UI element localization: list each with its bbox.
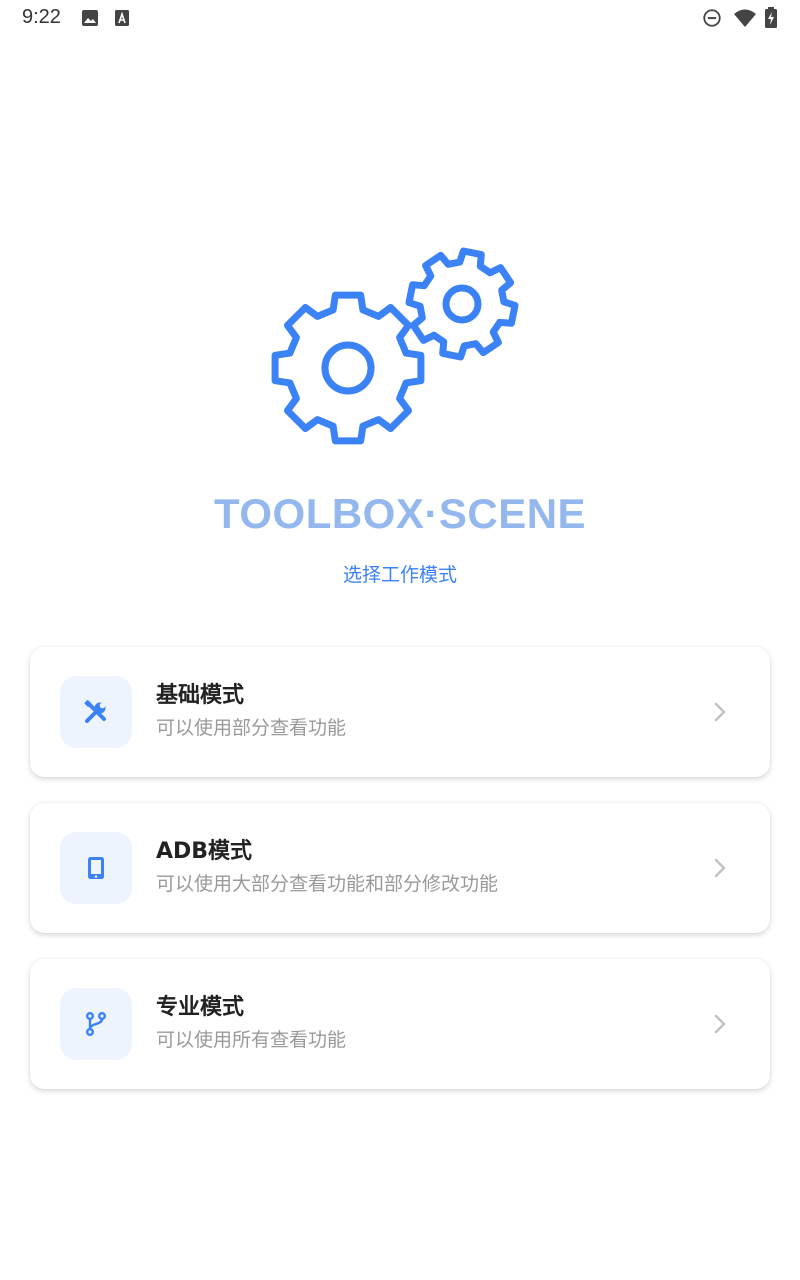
app-subtitle: 选择工作模式 xyxy=(342,564,457,586)
battery-charging-icon xyxy=(764,7,778,28)
mode-description: 可以使用部分查看功能 xyxy=(156,717,347,739)
gear-hole xyxy=(442,284,482,324)
image-icon xyxy=(80,8,100,28)
mode-card-adb[interactable]: ADB模式 可以使用大部分查看功能和部分修改功能 xyxy=(30,803,770,933)
font-a-icon xyxy=(112,8,132,28)
mode-description: 可以使用大部分查看功能和部分修改功能 xyxy=(156,873,499,895)
gear-outline xyxy=(271,291,425,445)
chevron-right-icon xyxy=(708,700,732,724)
tablet-icon xyxy=(60,832,132,904)
tools-icon xyxy=(60,676,132,748)
branch-icon xyxy=(60,988,132,1060)
chevron-right-icon xyxy=(708,856,732,880)
gears-icon xyxy=(266,244,526,454)
do-not-disturb-icon xyxy=(702,8,722,28)
status-bar: 9:22 xyxy=(0,0,800,36)
status-time: 9:22 xyxy=(22,6,61,28)
mode-description: 可以使用所有查看功能 xyxy=(156,1029,347,1051)
mode-title: 基础模式 xyxy=(156,683,245,708)
gear-hole xyxy=(321,341,375,395)
mode-card-pro[interactable]: 专业模式 可以使用所有查看功能 xyxy=(30,959,770,1089)
app-title: TOOLBOX·SCENE xyxy=(213,490,587,537)
mode-title: 专业模式 xyxy=(156,995,245,1020)
chevron-right-icon xyxy=(708,1012,732,1036)
wifi-icon xyxy=(733,8,757,28)
gear-outline xyxy=(405,247,519,361)
mode-card-basic[interactable]: 基础模式 可以使用部分查看功能 xyxy=(30,647,770,777)
mode-title: ADB模式 xyxy=(156,839,253,864)
